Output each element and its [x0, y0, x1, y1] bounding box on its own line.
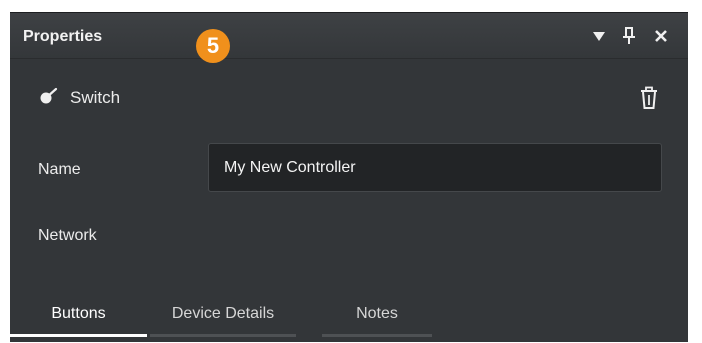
tab-buttons[interactable]: Buttons	[10, 293, 147, 337]
tab-notes-underline	[322, 334, 432, 337]
switch-toggle-icon	[38, 87, 58, 110]
tab-notes-label: Notes	[356, 305, 398, 322]
pin-icon[interactable]	[618, 25, 640, 47]
step-number-badge: 5	[196, 29, 230, 63]
tab-device-details-label: Device Details	[171, 305, 275, 322]
tab-bar: Buttons Device Details Notes	[10, 293, 688, 343]
properties-panel: Properties Switch Name My New Controller…	[10, 12, 688, 342]
device-type-label: Switch	[70, 88, 121, 107]
close-icon[interactable]	[650, 25, 672, 47]
tab-notes[interactable]: Notes	[322, 293, 432, 337]
panel-titlebar: Properties	[10, 13, 688, 59]
panel-title: Properties	[23, 28, 103, 45]
network-label: Network	[38, 227, 97, 244]
dropdown-triangle-icon[interactable]	[588, 25, 610, 47]
tab-buttons-label: Buttons	[51, 305, 106, 322]
trash-icon[interactable]	[638, 86, 660, 110]
tab-device-details[interactable]: Device Details	[150, 293, 296, 337]
tab-device-details-underline	[150, 334, 296, 337]
name-input[interactable]	[208, 143, 662, 192]
device-type-row: Switch	[38, 85, 120, 111]
tab-buttons-underline	[10, 334, 147, 337]
name-label: Name	[38, 161, 81, 178]
